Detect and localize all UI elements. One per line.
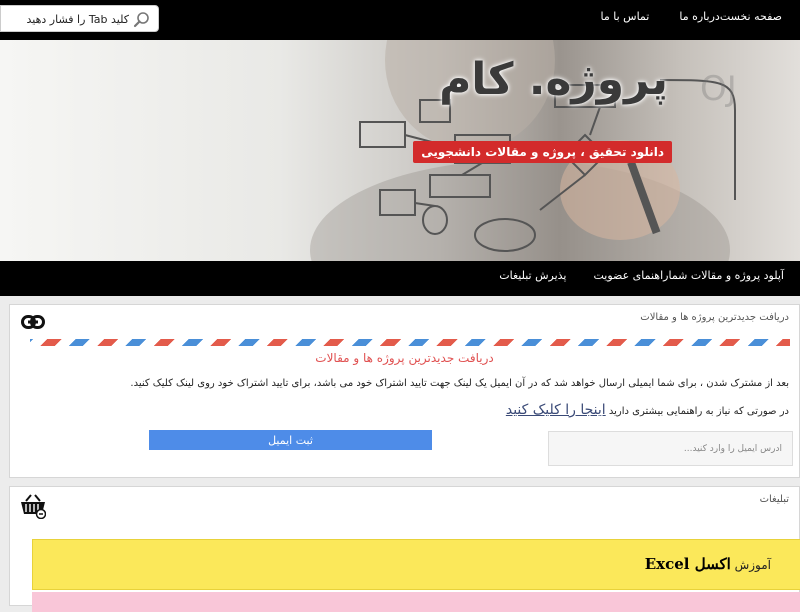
header-banner: OJ پروژه. کام دانلود تحقیق ، پروژه و مقا… bbox=[0, 40, 800, 261]
site-title[interactable]: پروژه. کام bbox=[439, 54, 668, 105]
newsletter-panel-title: دریافت جدیدترین پروژه ها و مقالات bbox=[640, 312, 789, 323]
ad-banner-pink[interactable] bbox=[32, 592, 800, 612]
shopping-basket-icon bbox=[21, 494, 46, 519]
ads-panel: تبلیغات آموزش اکسل Excel bbox=[9, 486, 800, 612]
search-input[interactable] bbox=[5, 9, 131, 30]
newsletter-panel: دریافت جدیدترین پروژه ها و مقالات دریافت… bbox=[9, 304, 800, 478]
newsletter-help: در صورتی که نیاز به راهنمایی بیشتری داری… bbox=[506, 402, 789, 418]
email-field[interactable] bbox=[548, 431, 793, 466]
site-tagline: دانلود تحقیق ، پروژه و مقالات دانشجویی bbox=[413, 141, 672, 163]
top-navigation: صفحه نخست درباره ما تماس با ما bbox=[571, 0, 783, 32]
ad-excel-bold: اکسل Excel bbox=[644, 555, 731, 573]
top-nav-about[interactable]: درباره ما bbox=[679, 10, 719, 23]
ad-banner-excel[interactable]: آموزش اکسل Excel bbox=[32, 539, 800, 590]
ad-excel-prefix: آموزش bbox=[734, 558, 771, 572]
top-nav-home[interactable]: صفحه نخست bbox=[720, 10, 782, 23]
search-icon[interactable] bbox=[133, 11, 150, 28]
main-nav-membership-guide[interactable]: راهنمای عضویت bbox=[594, 269, 669, 282]
main-nav-advertising[interactable]: پذیرش تبلیغات bbox=[499, 269, 566, 282]
banner-flowchart-illustration: OJ bbox=[310, 40, 737, 261]
link-icon bbox=[21, 315, 45, 329]
top-nav-contact[interactable]: تماس با ما bbox=[601, 10, 650, 23]
main-navigation: آپلود پروژه و مقالات شما راهنمای عضویت پ… bbox=[0, 261, 800, 296]
airmail-divider bbox=[30, 339, 790, 346]
main-nav-upload[interactable]: آپلود پروژه و مقالات شما bbox=[668, 269, 784, 282]
newsletter-description: بعد از مشترک شدن ، برای شما ایمیلی ارسال… bbox=[130, 378, 789, 389]
svg-text:OJ: OJ bbox=[700, 69, 737, 109]
submit-email-button[interactable]: ثبت ایمیل bbox=[149, 430, 432, 450]
newsletter-heading: دریافت جدیدترین پروژه ها و مقالات bbox=[315, 351, 494, 365]
ad-excel-text[interactable]: آموزش اکسل Excel bbox=[645, 555, 771, 573]
search-box[interactable] bbox=[0, 5, 159, 32]
ads-panel-title: تبلیغات bbox=[759, 494, 789, 505]
top-bar: صفحه نخست درباره ما تماس با ما bbox=[0, 0, 800, 40]
help-link[interactable]: اینجا را کلیک کنید bbox=[506, 402, 606, 418]
help-prefix: در صورتی که نیاز به راهنمایی بیشتری داری… bbox=[608, 406, 789, 417]
